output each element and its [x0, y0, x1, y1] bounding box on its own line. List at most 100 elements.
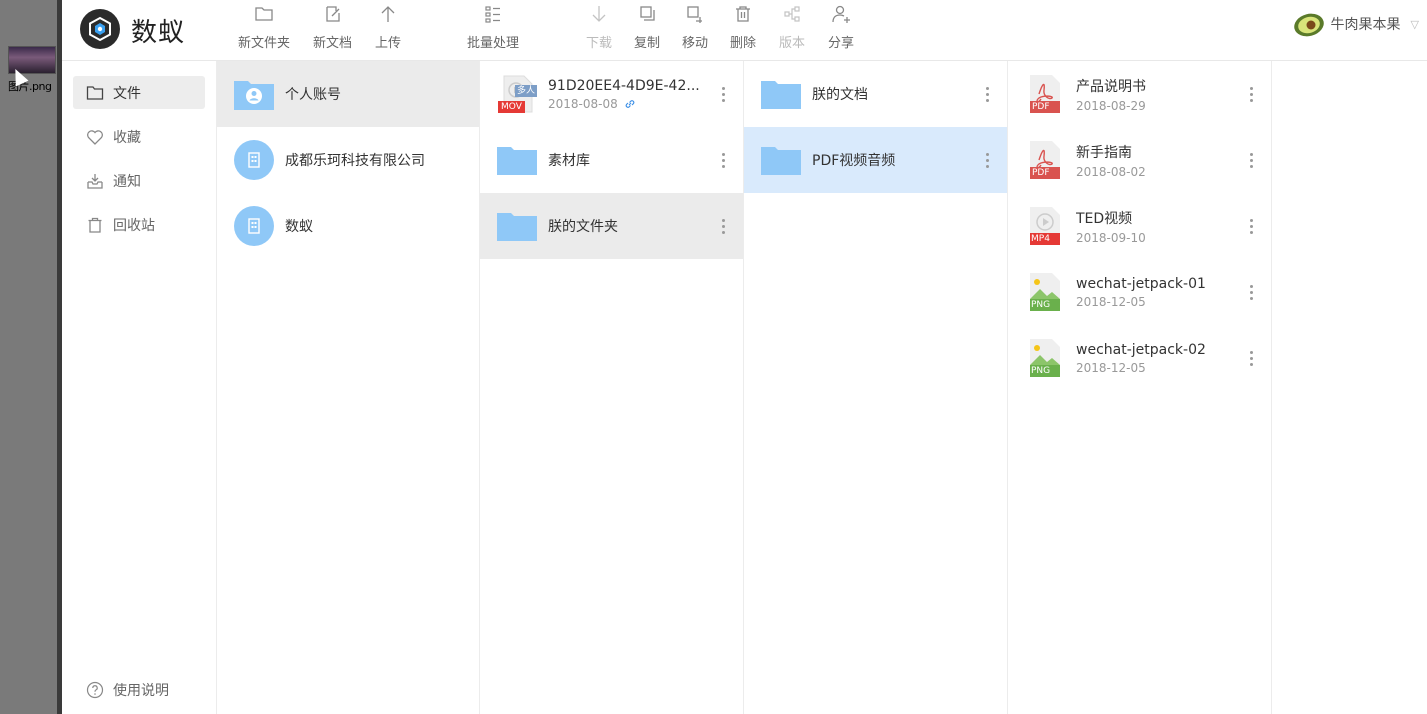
copy-button[interactable]: 复制 [634, 4, 660, 51]
item-name: 朕的文件夹 [548, 219, 618, 235]
more-options-icon[interactable] [977, 79, 997, 109]
sidebar-item-favorites[interactable]: 收藏 [73, 120, 205, 153]
batch-label: 批量处理 [467, 36, 520, 51]
pdf-media-column: PDF 产品说明书 2018-08-29 PDF 新手指南 2018-08-02… [1008, 61, 1272, 714]
copy-icon [640, 6, 655, 21]
more-options-icon[interactable] [1241, 211, 1261, 241]
item-name: 产品说明书 [1076, 78, 1146, 95]
share-button[interactable]: 分享 [828, 4, 854, 51]
sidebar-item-label: 文件 [113, 85, 141, 102]
sidebar-item-recycle-bin[interactable]: 回收站 [73, 208, 205, 241]
more-options-icon[interactable] [1241, 145, 1261, 175]
list-item[interactable]: 成都乐珂科技有限公司 [217, 127, 479, 193]
upload-arrow-icon [381, 6, 395, 22]
folder-icon [496, 207, 538, 245]
sidebar: 文件 收藏 通知 回收站 使用说明 [62, 61, 217, 714]
more-options-icon[interactable] [977, 145, 997, 175]
more-options-icon[interactable] [713, 79, 733, 109]
heart-icon [87, 129, 103, 145]
top-toolbar: 数蚁 新文件夹 新文档 上传 批量处理 下载 复制 移动 删除 版本 分享 牛肉… [62, 0, 1427, 61]
list-item[interactable]: PDF视频音频 [744, 127, 1007, 193]
file-type-badge: PDF [1032, 102, 1050, 112]
list-item[interactable]: 素材库 [480, 127, 743, 193]
edit-doc-icon [325, 6, 340, 22]
list-item[interactable]: 朕的文档 [744, 61, 1007, 127]
list-item[interactable]: PNG wechat-jetpack-01 2018-12-05 [1008, 259, 1271, 325]
download-label: 下载 [586, 36, 613, 51]
item-name: wechat-jetpack-01 [1076, 275, 1206, 292]
list-item[interactable]: PDF 新手指南 2018-08-02 [1008, 127, 1271, 193]
folder-icon [86, 85, 104, 100]
help-label: 使用说明 [113, 683, 169, 699]
more-options-icon[interactable] [1241, 277, 1261, 307]
item-name: wechat-jetpack-02 [1076, 341, 1206, 358]
organization-icon-wrap [233, 140, 275, 180]
download-arrow-icon [592, 6, 606, 22]
version-label: 版本 [779, 36, 806, 51]
pdf-file-icon: PDF [1024, 141, 1066, 179]
move-button[interactable]: 移动 [682, 4, 708, 51]
item-date: 2018-09-10 [1076, 230, 1146, 245]
organization-icon [234, 206, 274, 246]
download-button[interactable]: 下载 [586, 4, 612, 51]
user-name: 牛肉果本果 [1330, 17, 1401, 33]
list-item[interactable]: MP4 TED视频 2018-09-10 [1008, 193, 1271, 259]
pdf-file-icon: PDF [1024, 75, 1066, 113]
sidebar-item-files[interactable]: 文件 [73, 76, 205, 109]
upload-button[interactable]: 上传 [375, 4, 401, 51]
item-name: 个人账号 [285, 87, 341, 103]
list-item[interactable]: PDF 产品说明书 2018-08-29 [1008, 61, 1271, 127]
item-date: 2018-12-05 [1076, 360, 1146, 375]
inbox-icon [87, 173, 103, 189]
more-options-icon[interactable] [713, 211, 733, 241]
personal-column: 多人 MOV 91D20EE4-4D9E-42... 2018-08-08 素材… [480, 61, 744, 714]
sidebar-item-label: 收藏 [113, 129, 141, 146]
organization-icon [234, 140, 274, 180]
delete-button[interactable]: 删除 [730, 4, 756, 51]
logo-icon [80, 9, 120, 49]
move-label: 移动 [682, 36, 709, 51]
more-options-icon[interactable] [1241, 343, 1261, 373]
link-icon [625, 99, 635, 108]
trash-icon [88, 217, 102, 233]
new-folder-button[interactable]: 新文件夹 [238, 4, 290, 51]
list-item[interactable]: 朕的文件夹 [480, 193, 743, 259]
item-name: 91D20EE4-4D9E-42... [548, 77, 700, 94]
file-type-badge: PNG [1031, 366, 1051, 376]
item-name: 素材库 [548, 153, 590, 169]
list-item[interactable]: 个人账号 [217, 61, 479, 127]
mov-file-icon: 多人 MOV [496, 75, 538, 113]
list-icon [485, 6, 500, 23]
folder-icon [760, 75, 802, 113]
item-date-text: 2018-08-08 [548, 96, 618, 111]
multi-user-badge: 多人 [514, 85, 537, 97]
item-name: 朕的文档 [812, 87, 868, 103]
list-item[interactable]: 数蚁 [217, 193, 479, 259]
version-tree-icon [784, 6, 800, 22]
item-name: 新手指南 [1076, 144, 1132, 161]
desktop-background: 图片.png [0, 0, 62, 714]
chevron-down-icon: ▽ [1410, 17, 1419, 31]
file-type-badge: PNG [1031, 300, 1051, 310]
more-options-icon[interactable] [1241, 79, 1261, 109]
item-name: 成都乐珂科技有限公司 [285, 153, 425, 169]
new-doc-button[interactable]: 新文档 [313, 4, 352, 51]
share-label: 分享 [828, 36, 855, 51]
item-date: 2018-08-29 [1076, 98, 1146, 113]
sidebar-item-label: 通知 [113, 173, 141, 190]
user-menu[interactable]: 牛肉果本果 ▽ [1291, 10, 1419, 38]
upload-label: 上传 [375, 36, 402, 51]
new-doc-label: 新文档 [313, 36, 353, 51]
file-type-badge: PDF [1032, 168, 1050, 178]
video-file-icon: MP4 [1024, 207, 1066, 245]
sidebar-item-notifications[interactable]: 通知 [73, 164, 205, 197]
version-button[interactable]: 版本 [779, 4, 805, 51]
help-link[interactable]: 使用说明 [86, 680, 169, 700]
batch-button[interactable]: 批量处理 [467, 4, 519, 51]
list-item[interactable]: PNG wechat-jetpack-02 2018-12-05 [1008, 325, 1271, 391]
question-circle-icon [86, 681, 104, 699]
more-options-icon[interactable] [713, 145, 733, 175]
my-folder-column: 朕的文档 PDF视频音频 [744, 61, 1008, 714]
list-item[interactable]: 多人 MOV 91D20EE4-4D9E-42... 2018-08-08 [480, 61, 743, 127]
avatocado-avatar-icon [1293, 13, 1324, 37]
